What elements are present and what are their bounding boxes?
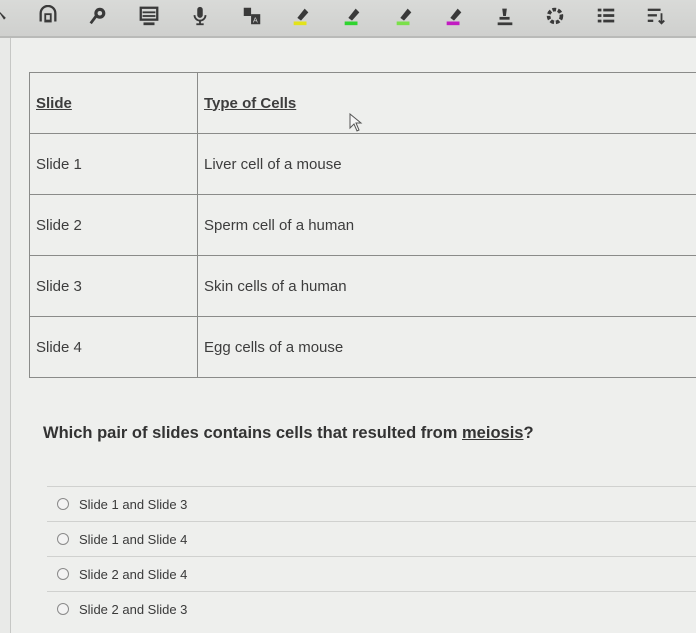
column-header-type-of-cells: Type of Cells <box>197 72 696 134</box>
highlighter-magenta-icon[interactable] <box>442 4 466 28</box>
settings-icon[interactable] <box>543 4 567 28</box>
cell-type-cell: Egg cells of a mouse <box>197 316 696 378</box>
radio-button[interactable] <box>57 603 69 615</box>
list-icon[interactable] <box>594 4 618 28</box>
radio-button[interactable] <box>57 533 69 545</box>
svg-text:A: A <box>253 15 258 24</box>
radio-button[interactable] <box>57 498 69 510</box>
answer-option[interactable]: Slide 1 and Slide 4 <box>47 521 696 556</box>
cell-type-cell: Skin cells of a human <box>197 255 696 317</box>
slide-cell: Slide 1 <box>29 133 198 195</box>
option-label: Slide 2 and Slide 4 <box>79 566 188 582</box>
answer-option[interactable]: Slide 2 and Slide 4 <box>47 556 696 591</box>
option-label: Slide 1 and Slide 4 <box>79 531 188 547</box>
answer-options: Slide 1 and Slide 3 Slide 1 and Slide 4 … <box>47 486 696 626</box>
highlighter-green-icon[interactable] <box>340 4 364 28</box>
highlighter-lightgreen-icon[interactable] <box>392 4 416 28</box>
translate-icon[interactable]: A <box>240 4 264 28</box>
option-label: Slide 2 and Slide 3 <box>79 601 188 617</box>
table-row: Slide 3 Skin cells of a human <box>29 255 696 317</box>
microphone-icon[interactable] <box>188 4 212 28</box>
slide-cell: Slide 4 <box>29 316 198 378</box>
eraser-icon[interactable] <box>493 4 517 28</box>
cell-type-cell: Sperm cell of a human <box>197 194 696 256</box>
monitor-icon[interactable] <box>137 4 161 28</box>
answer-option[interactable]: Slide 2 and Slide 3 <box>47 591 696 626</box>
radio-button[interactable] <box>57 568 69 580</box>
sort-icon[interactable] <box>644 4 668 28</box>
highlighter-yellow-icon[interactable] <box>289 4 313 28</box>
reading-toolbar: A <box>0 0 696 38</box>
mouse-cursor-icon <box>349 113 363 132</box>
column-header-slide: Slide <box>29 72 198 134</box>
cell-type-cell: Liver cell of a mouse <box>197 133 696 195</box>
table-row: Slide 1 Liver cell of a mouse <box>29 133 696 195</box>
text-to-speech-icon[interactable] <box>86 4 110 28</box>
table-row: Slide 4 Egg cells of a mouse <box>29 316 696 378</box>
answer-option[interactable]: Slide 1 and Slide 3 <box>47 486 696 521</box>
pointer-icon[interactable] <box>0 4 16 28</box>
reader-icon[interactable] <box>36 4 60 28</box>
slide-cell: Slide 2 <box>29 194 198 256</box>
option-label: Slide 1 and Slide 3 <box>79 496 188 512</box>
question-suffix: ? <box>523 424 534 442</box>
question-text: Which pair of slides contains cells that… <box>43 424 534 443</box>
table-row: Slide 2 Sperm cell of a human <box>29 194 696 256</box>
question-prefix: Which pair of slides contains cells that… <box>43 424 463 442</box>
slide-cell: Slide 3 <box>29 255 198 317</box>
question-page: Slide Type of Cells Slide 1 Liver cell o… <box>10 38 696 633</box>
question-keyword: meiosis <box>462 424 524 442</box>
